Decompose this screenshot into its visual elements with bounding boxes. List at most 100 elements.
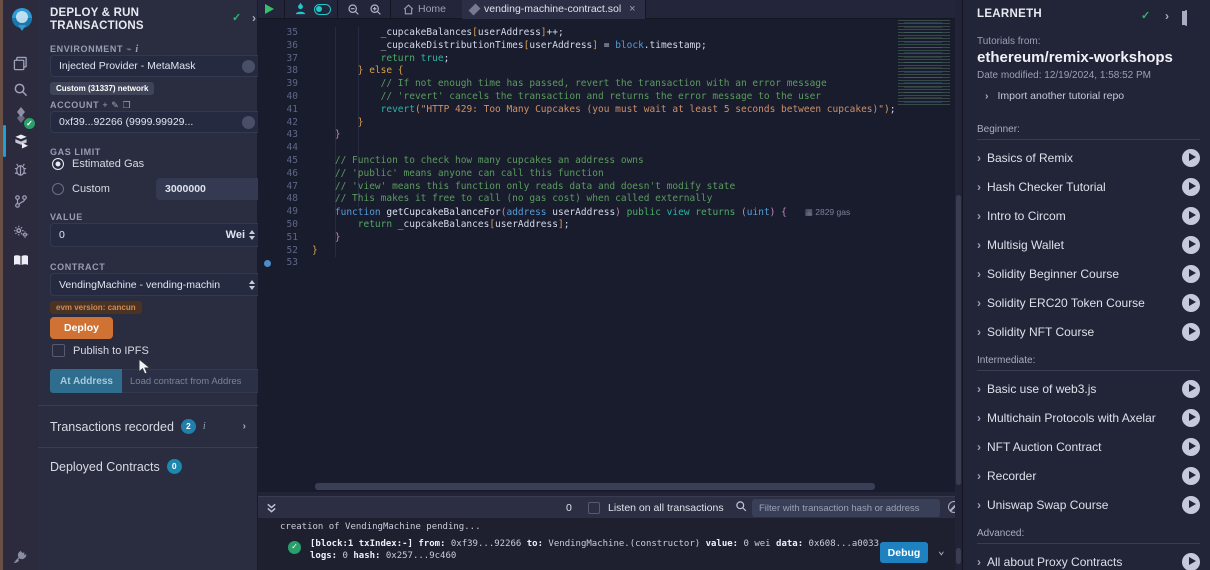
tutorial-item[interactable]: ›Uniswap Swap Course bbox=[977, 490, 1200, 519]
line-number[interactable]: 37 bbox=[258, 53, 310, 66]
tutorial-play-icon[interactable] bbox=[1182, 323, 1200, 341]
line-number[interactable]: 51 bbox=[258, 232, 310, 245]
transactions-expand-chevron-icon[interactable]: › bbox=[243, 421, 246, 432]
home-tab[interactable]: Home bbox=[395, 3, 454, 15]
code-line[interactable]: // If not enough time has passed, revert… bbox=[312, 78, 892, 91]
code-line[interactable]: // This makes it free to call (no gas co… bbox=[312, 193, 892, 206]
tutorial-play-icon[interactable] bbox=[1182, 236, 1200, 254]
line-number[interactable]: 39 bbox=[258, 78, 310, 91]
scrollbar-thumb[interactable] bbox=[956, 548, 961, 564]
plugin-connector-icon[interactable] bbox=[3, 543, 38, 569]
tutorial-play-icon[interactable] bbox=[1182, 553, 1200, 570]
git-branch-icon[interactable] bbox=[3, 188, 38, 214]
code-line[interactable]: } bbox=[312, 129, 892, 142]
value-input[interactable]: 0 bbox=[59, 229, 226, 241]
search-icon[interactable] bbox=[3, 76, 38, 102]
ai-toggle-icon[interactable] bbox=[311, 0, 333, 19]
tutorial-play-icon[interactable] bbox=[1182, 178, 1200, 196]
deployed-contracts-row[interactable]: Deployed Contracts 0 bbox=[50, 459, 182, 474]
tutorial-expand-chevron-icon[interactable]: › bbox=[977, 238, 981, 252]
transactions-recorded-row[interactable]: Transactions recorded 2 i › bbox=[50, 419, 246, 434]
learneth-layout-icon[interactable] bbox=[1185, 11, 1187, 25]
tutorial-play-icon[interactable] bbox=[1182, 149, 1200, 167]
tutorial-item[interactable]: ›Multichain Protocols with Axelar bbox=[977, 403, 1200, 432]
code-line[interactable]: } bbox=[312, 117, 892, 130]
tutorial-play-icon[interactable] bbox=[1182, 294, 1200, 312]
code-line[interactable]: revert("HTTP 429: Too Many Cupcakes (you… bbox=[312, 104, 892, 117]
solidity-compiler-icon[interactable]: ✓ bbox=[3, 102, 38, 128]
custom-gas-input[interactable] bbox=[156, 178, 264, 200]
code-line[interactable]: // 'public' means anyone can call this f… bbox=[312, 168, 892, 181]
tutorial-item[interactable]: ›Hash Checker Tutorial bbox=[977, 172, 1200, 201]
tutorial-item[interactable]: ›Multisig Wallet bbox=[977, 230, 1200, 259]
tutorial-expand-chevron-icon[interactable]: › bbox=[977, 151, 981, 165]
line-number[interactable]: 53 bbox=[258, 257, 310, 270]
line-number[interactable]: 35 bbox=[258, 27, 310, 40]
line-number[interactable]: 41 bbox=[258, 104, 310, 117]
value-unit-select[interactable]: Wei bbox=[226, 229, 245, 241]
run-script-icon[interactable] bbox=[258, 0, 280, 19]
code-line[interactable]: // 'view' means this function only reads… bbox=[312, 181, 892, 194]
remix-logo[interactable] bbox=[7, 5, 39, 35]
contract-select[interactable]: VendingMachine - vending-machin bbox=[50, 273, 264, 296]
code-line[interactable]: // 'revert' cancels the transaction and … bbox=[312, 91, 892, 104]
value-unit-stepper-icon[interactable] bbox=[249, 230, 255, 240]
tutorial-expand-chevron-icon[interactable]: › bbox=[977, 180, 981, 194]
deploy-run-icon[interactable] bbox=[3, 128, 38, 154]
line-number[interactable]: 43 bbox=[258, 129, 310, 142]
tutorial-item[interactable]: ›Intro to Circom bbox=[977, 201, 1200, 230]
file-explorer-icon[interactable] bbox=[3, 50, 38, 76]
tutorial-item[interactable]: ›Basic use of web3.js bbox=[977, 374, 1200, 403]
tutorial-play-icon[interactable] bbox=[1182, 496, 1200, 514]
tutorial-play-icon[interactable] bbox=[1182, 265, 1200, 283]
copy-account-icon[interactable]: ❐ bbox=[119, 100, 131, 110]
account-select[interactable]: 0xf39...92266 (9999.99929... bbox=[50, 111, 264, 133]
tutorial-expand-chevron-icon[interactable]: › bbox=[977, 267, 981, 281]
panel-collapse-chevron-icon[interactable]: › bbox=[252, 11, 256, 25]
tutorial-expand-chevron-icon[interactable]: › bbox=[977, 382, 981, 396]
zoom-in-icon[interactable] bbox=[364, 0, 386, 19]
publish-ipfs-checkbox[interactable] bbox=[52, 344, 65, 357]
listen-transactions-checkbox[interactable] bbox=[588, 502, 600, 514]
code-line[interactable] bbox=[312, 257, 892, 270]
line-number[interactable]: 48 bbox=[258, 193, 310, 206]
estimated-gas-radio[interactable] bbox=[52, 158, 64, 170]
tutorial-item[interactable]: ›NFT Auction Contract bbox=[977, 432, 1200, 461]
line-number[interactable]: 47 bbox=[258, 181, 310, 194]
estimated-gas-option[interactable]: Estimated Gas bbox=[52, 158, 144, 170]
editor-horizontal-scrollbar[interactable] bbox=[315, 483, 875, 490]
line-number[interactable]: 45 bbox=[258, 155, 310, 168]
tab-vending-machine-contract[interactable]: vending-machine-contract.sol × bbox=[462, 0, 646, 19]
code-line[interactable]: return true; bbox=[312, 53, 892, 66]
import-tutorial-repo[interactable]: › Import another tutorial repo bbox=[985, 90, 1124, 102]
tutorial-expand-chevron-icon[interactable]: › bbox=[977, 411, 981, 425]
transactions-info-icon[interactable]: i bbox=[203, 421, 206, 432]
line-number[interactable]: 40 bbox=[258, 91, 310, 104]
code-line[interactable]: function getCupcakeBalanceFor(address us… bbox=[312, 206, 892, 219]
tutorial-item[interactable]: ›Basics of Remix bbox=[977, 143, 1200, 172]
tutorial-expand-chevron-icon[interactable]: › bbox=[977, 296, 981, 310]
tutorial-play-icon[interactable] bbox=[1182, 380, 1200, 398]
tutorial-play-icon[interactable] bbox=[1182, 467, 1200, 485]
tutorial-play-icon[interactable] bbox=[1182, 207, 1200, 225]
code-line[interactable] bbox=[312, 142, 892, 155]
tutorial-expand-chevron-icon[interactable]: › bbox=[977, 469, 981, 483]
code-line[interactable]: _cupcakeBalances[userAddress]++; bbox=[312, 27, 892, 40]
code-line[interactable]: return _cupcakeBalances[userAddress]; bbox=[312, 219, 892, 232]
breakpoint-dot[interactable] bbox=[264, 260, 271, 267]
terminal-output[interactable]: creation of VendingMachine pending... ✓ … bbox=[258, 518, 962, 570]
learneth-collapse-chevron-icon[interactable]: › bbox=[1165, 9, 1169, 23]
terminal-expand-icon[interactable] bbox=[266, 502, 277, 514]
tutorial-item[interactable]: ›Solidity ERC20 Token Course bbox=[977, 288, 1200, 317]
custom-gas-option[interactable]: Custom bbox=[52, 183, 110, 195]
line-number[interactable]: 46 bbox=[258, 168, 310, 181]
code-line[interactable]: } bbox=[312, 232, 892, 245]
at-address-input[interactable] bbox=[122, 369, 264, 393]
line-number[interactable]: 42 bbox=[258, 117, 310, 130]
tutorial-expand-chevron-icon[interactable]: › bbox=[977, 209, 981, 223]
line-number[interactable]: 52 bbox=[258, 245, 310, 258]
line-number[interactable]: 36 bbox=[258, 40, 310, 53]
code-line[interactable]: // Function to check how many cupcakes a… bbox=[312, 155, 892, 168]
minimap[interactable] bbox=[894, 20, 958, 106]
plug-icon[interactable]: ⌁ bbox=[126, 44, 132, 54]
